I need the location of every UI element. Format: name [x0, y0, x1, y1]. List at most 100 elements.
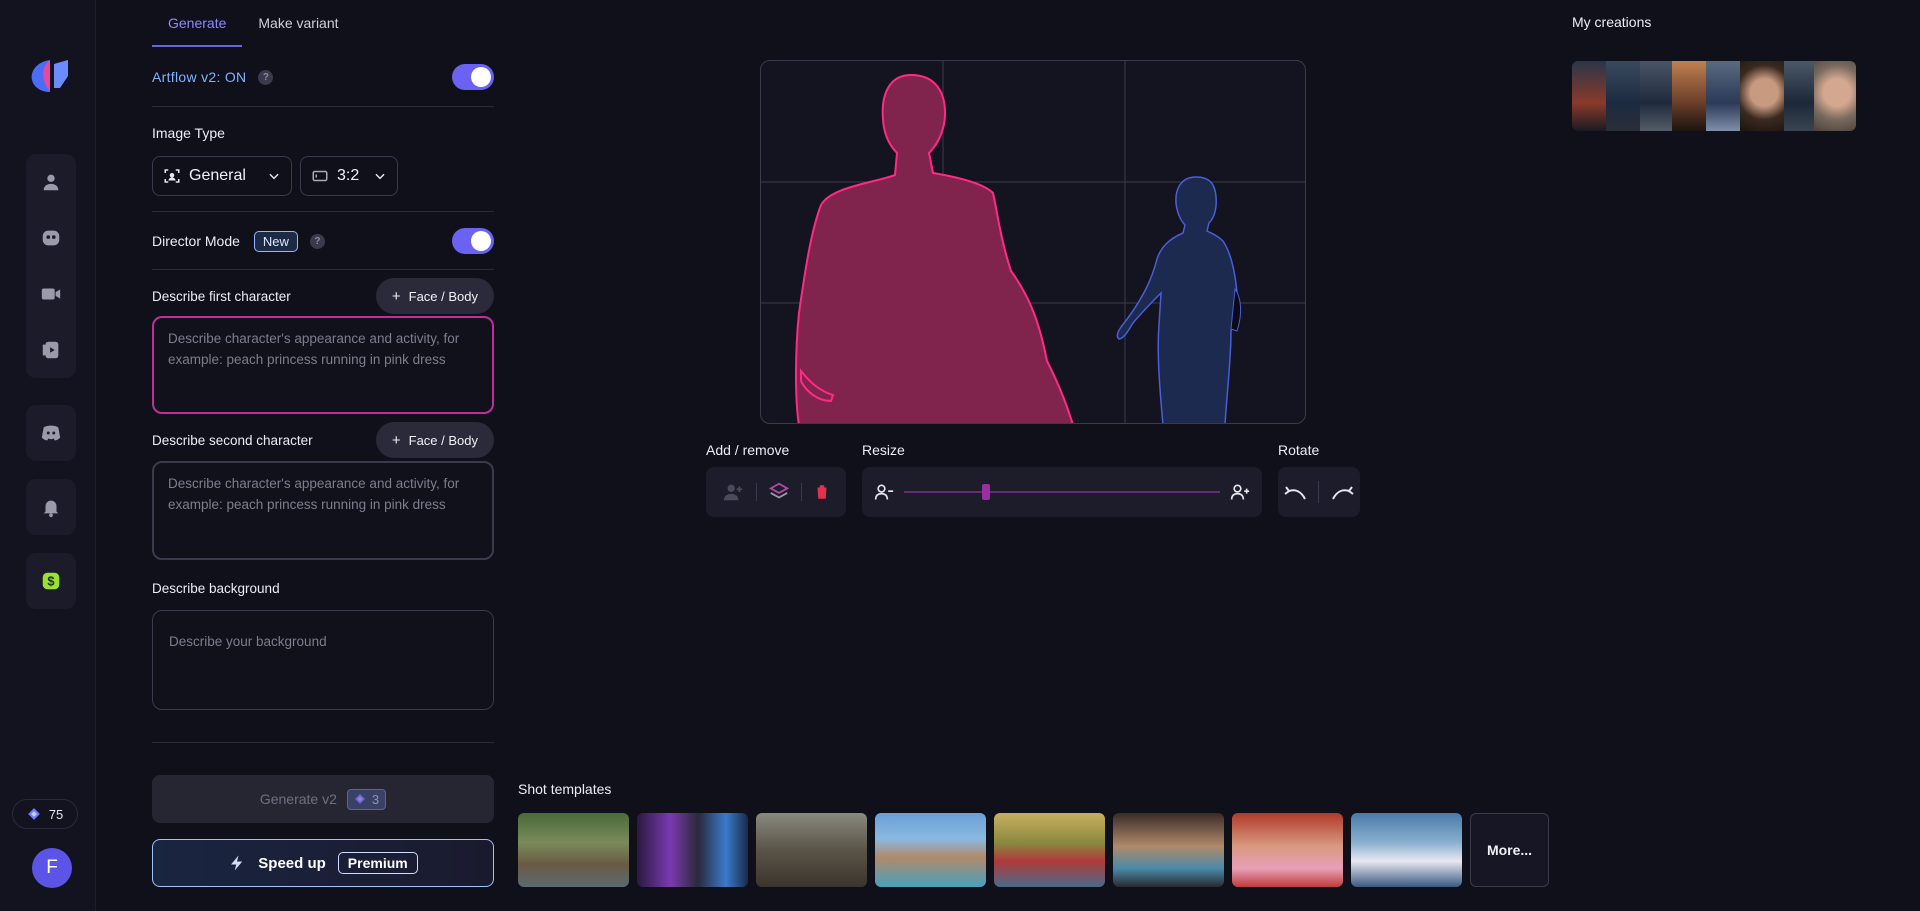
shrink-person-icon[interactable]	[874, 482, 894, 502]
control-divider	[1318, 481, 1320, 503]
shot-template-thumbnail[interactable]	[1351, 813, 1462, 887]
tab-bar: Generate Make variant	[152, 0, 355, 48]
avatar-nav-button[interactable]	[26, 210, 76, 266]
more-templates-button[interactable]: More...	[1470, 813, 1549, 887]
shot-template-thumbnail[interactable]	[518, 813, 629, 887]
resize-controls	[862, 467, 1262, 517]
first-character-label: Describe first character	[152, 288, 291, 304]
help-icon[interactable]: ?	[258, 69, 274, 85]
left-nav-rail: $ 75 F	[0, 0, 96, 911]
divider	[152, 742, 494, 743]
face-body-label: Face / Body	[408, 432, 478, 448]
creation-thumbnail[interactable]	[1672, 61, 1706, 131]
shot-template-thumbnail[interactable]	[1113, 813, 1224, 887]
discord-button[interactable]	[26, 405, 76, 461]
generate-cost-chip: 3	[346, 788, 387, 810]
shot-template-thumbnail[interactable]	[875, 813, 986, 887]
image-type-label: Image Type	[152, 125, 225, 141]
clips-nav-button[interactable]	[26, 322, 76, 378]
image-type-select[interactable]: General	[152, 156, 292, 196]
tab-generate[interactable]: Generate	[152, 0, 243, 47]
user-avatar[interactable]: F	[32, 848, 72, 888]
image-type-row: General 3:2	[152, 156, 494, 196]
creation-thumbnail[interactable]	[1606, 61, 1640, 131]
pricing-button[interactable]: $	[26, 553, 76, 609]
second-character-silhouette[interactable]	[1116, 176, 1242, 424]
second-face-body-button[interactable]: + Face / Body	[375, 422, 494, 458]
artflow-row: Artflow v2: ON ?	[152, 64, 494, 90]
first-character-header: Describe first character + Face / Body	[152, 278, 494, 314]
grow-person-icon[interactable]	[1230, 482, 1250, 502]
second-character-header: Describe second character + Face / Body	[152, 422, 494, 458]
gem-icon	[354, 794, 365, 804]
aspect-ratio-select[interactable]: 3:2	[300, 156, 398, 196]
creation-thumbnail[interactable]	[1706, 61, 1740, 131]
director-canvas[interactable]	[760, 60, 1306, 424]
rotate-right-icon[interactable]	[1329, 481, 1355, 503]
plus-icon: +	[391, 287, 401, 305]
chevron-down-icon	[269, 173, 279, 180]
rotate-controls	[1278, 467, 1360, 517]
shot-template-thumbnail[interactable]	[637, 813, 748, 887]
layers-icon[interactable]	[768, 481, 790, 503]
app-logo[interactable]	[30, 58, 72, 94]
video-nav-button[interactable]	[26, 266, 76, 322]
director-mode-toggle[interactable]	[452, 228, 494, 254]
creation-thumbnail[interactable]	[1740, 61, 1784, 131]
rotate-label: Rotate	[1278, 442, 1320, 458]
background-label: Describe background	[152, 580, 280, 596]
nav-group-notifications	[26, 479, 76, 535]
second-character-label: Describe second character	[152, 432, 313, 448]
shot-templates-title: Shot templates	[518, 781, 612, 797]
svg-text:$: $	[47, 574, 54, 589]
background-input[interactable]: Describe your background	[152, 610, 494, 710]
first-character-input[interactable]: Describe character's appearance and acti…	[152, 316, 494, 414]
my-creations-gallery[interactable]	[1572, 61, 1856, 131]
shot-template-thumbnail[interactable]	[756, 813, 867, 887]
help-icon[interactable]: ?	[309, 233, 325, 249]
background-header: Describe background	[152, 579, 494, 597]
creation-thumbnail[interactable]	[1572, 61, 1606, 131]
slider-track	[904, 491, 1220, 493]
director-mode-row: Director Mode New ?	[152, 228, 494, 254]
generate-button[interactable]: Generate v2 3	[152, 775, 494, 823]
trash-icon[interactable]	[813, 482, 831, 502]
play-stack-icon	[42, 341, 59, 359]
notifications-button[interactable]	[26, 479, 76, 535]
creation-thumbnail[interactable]	[1814, 61, 1856, 131]
creation-thumbnail[interactable]	[1784, 61, 1814, 131]
shot-templates-list: More...	[518, 813, 1549, 887]
resize-slider[interactable]	[904, 482, 1220, 502]
video-camera-icon	[41, 288, 61, 300]
my-creations-title: My creations	[1572, 14, 1652, 30]
director-mode-label: Director Mode	[152, 233, 240, 249]
person-icon	[43, 174, 59, 191]
rotate-left-icon[interactable]	[1283, 481, 1309, 503]
new-badge: New	[253, 230, 298, 252]
discord-icon	[41, 425, 61, 441]
image-type-header: Image Type	[152, 124, 494, 142]
user-initial: F	[46, 857, 58, 878]
artflow-status-label: Artflow v2: ON	[152, 69, 247, 85]
lightning-icon	[231, 855, 243, 871]
divider	[152, 106, 494, 107]
character-nav-button[interactable]	[26, 154, 76, 210]
premium-badge: Premium	[337, 852, 418, 874]
speed-up-button[interactable]: Speed up Premium	[152, 839, 494, 887]
shot-template-thumbnail[interactable]	[994, 813, 1105, 887]
artflow-toggle[interactable]	[452, 64, 494, 90]
add-person-icon[interactable]	[721, 481, 745, 503]
slider-thumb[interactable]	[982, 484, 991, 500]
dollar-icon: $	[42, 572, 60, 590]
tab-make-variant[interactable]: Make variant	[242, 0, 354, 47]
credits-counter[interactable]: 75	[12, 799, 78, 829]
plus-icon: +	[391, 431, 401, 449]
face-body-label: Face / Body	[408, 288, 478, 304]
shot-template-thumbnail[interactable]	[1232, 813, 1343, 887]
aspect-ratio-icon	[312, 170, 328, 182]
second-character-input[interactable]: Describe character's appearance and acti…	[152, 461, 494, 560]
first-face-body-button[interactable]: + Face / Body	[375, 278, 494, 314]
speed-up-label: Speed up	[258, 854, 326, 872]
first-character-silhouette[interactable]	[795, 73, 1074, 424]
creation-thumbnail[interactable]	[1640, 61, 1672, 131]
